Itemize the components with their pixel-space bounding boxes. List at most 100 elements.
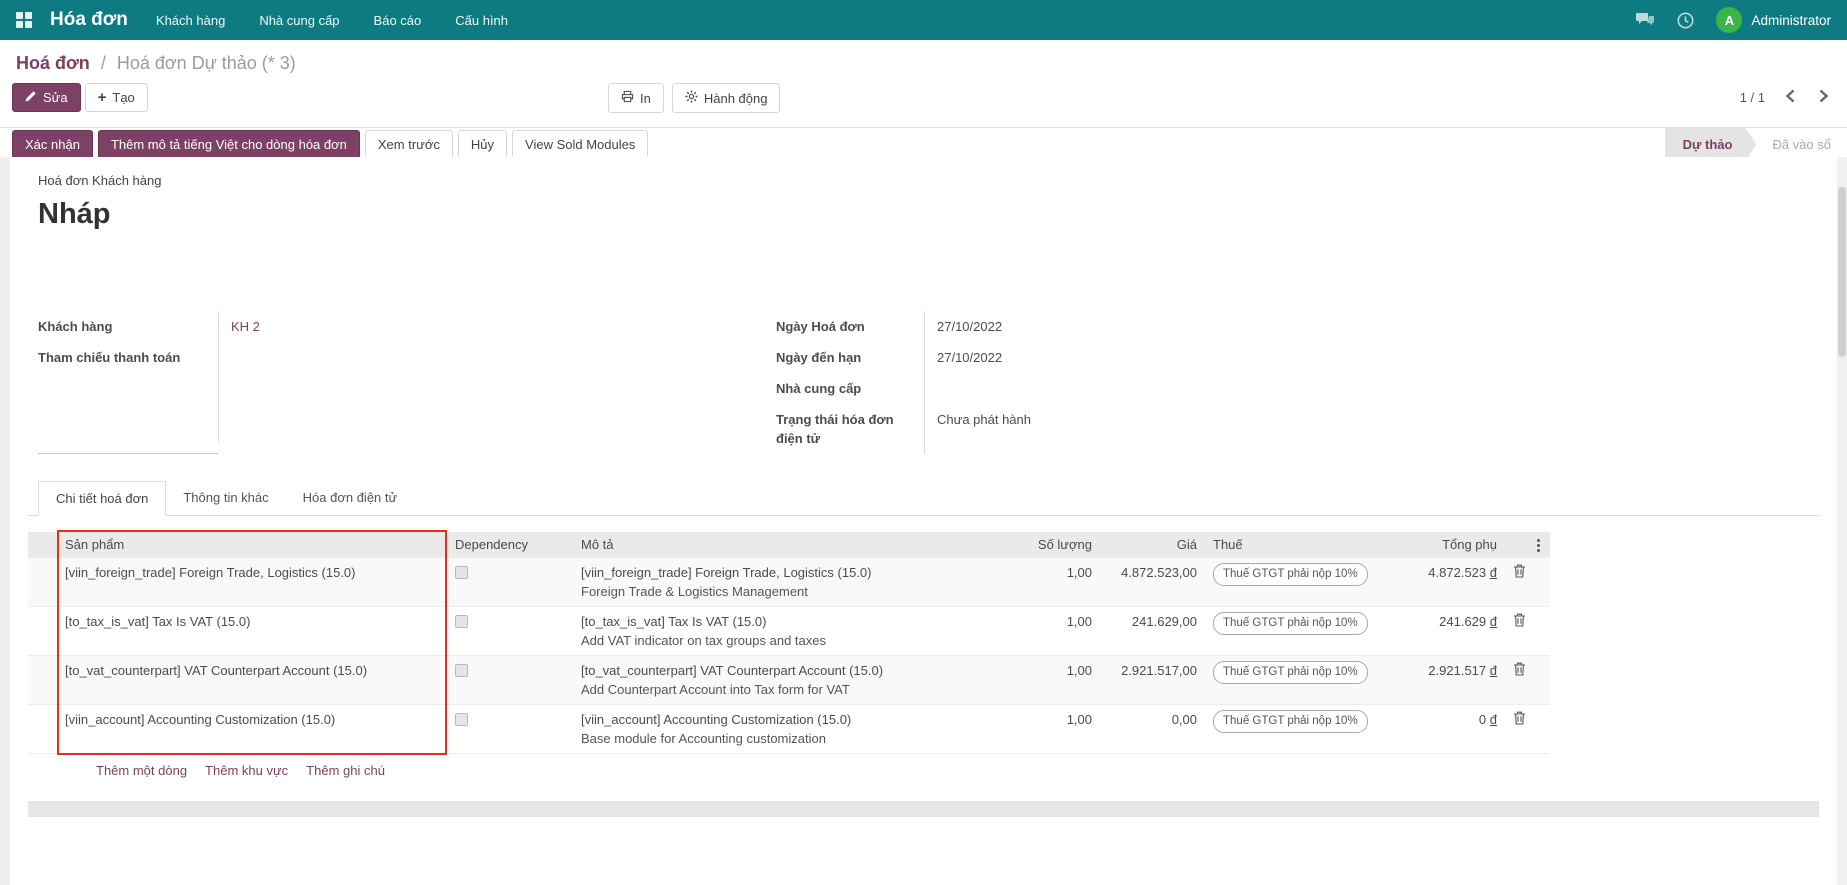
dependency-checkbox[interactable] [455,664,468,677]
invoice-date-value: 27/10/2022 [924,311,1819,342]
top-navbar: Hóa đơn Khách hàng Nhà cung cấp Báo cáo … [0,0,1847,40]
delete-row-button[interactable] [1513,564,1526,578]
activities-clock-icon[interactable] [1677,12,1694,29]
invoice-lines-table: Sản phẩm Dependency Mô tả Số lượng Giá T… [28,532,1550,753]
cell-quantity: 1,00 [985,558,1100,607]
column-product[interactable]: Sản phẩm [57,532,447,558]
pencil-icon [25,90,37,105]
dependency-checkbox[interactable] [455,713,468,726]
user-avatar: A [1716,7,1742,33]
dependency-checkbox[interactable] [455,615,468,628]
einvoice-status-value: Chưa phát hành [924,404,1819,454]
field-invoice-date: Ngày Hoá đơn 27/10/2022 [776,311,1819,342]
page-title: Nháp [38,198,1819,231]
breadcrumb-current: Hoá đơn Dự thảo (* 3) [117,53,296,73]
table-row[interactable]: [viin_foreign_trade] Foreign Trade, Logi… [28,558,1550,607]
payment-reference-value [218,342,776,442]
breadcrumb: Hoá đơn / Hoá đơn Dự thảo (* 3) [0,40,1847,81]
tab-other-info[interactable]: Thông tin khác [166,481,285,516]
column-description[interactable]: Mô tả [573,532,985,558]
cell-price: 4.872.523,00 [1100,558,1205,607]
messages-icon[interactable] [1635,12,1655,28]
menu-settings[interactable]: Cấu hình [455,13,508,28]
chevron-left-icon [1785,89,1796,106]
vertical-scrollbar-thumb[interactable] [1838,187,1846,357]
invoice-date-label: Ngày Hoá đơn [776,311,924,342]
supplier-label: Nhà cung cấp [776,373,924,404]
field-customer: Khách hàng KH 2 [38,311,776,342]
action-button[interactable]: Hành động [672,83,781,113]
horizontal-scrollbar[interactable] [28,801,1819,817]
add-vietnamese-description-button[interactable]: Thêm mô tả tiếng Việt cho dòng hóa đơn [98,130,360,159]
cell-product: [viin_foreign_trade] Foreign Trade, Logi… [57,558,447,607]
print-button[interactable]: In [608,83,664,113]
cell-quantity: 1,00 [985,607,1100,656]
plus-icon: + [98,92,107,103]
currency-symbol: đ [1490,565,1497,580]
add-section-link[interactable]: Thêm khu vực [205,763,288,778]
table-row[interactable]: [to_vat_counterpart] VAT Counterpart Acc… [28,656,1550,705]
cell-price: 241.629,00 [1100,607,1205,656]
cell-subtotal: 4.872.523 đ [1388,558,1505,607]
cell-description: [to_vat_counterpart] VAT Counterpart Acc… [573,656,985,705]
currency-symbol: đ [1490,614,1497,629]
delete-row-button[interactable] [1513,711,1526,725]
currency-symbol: đ [1490,663,1497,678]
preview-button[interactable]: Xem trước [365,130,453,159]
tab-einvoice[interactable]: Hóa đơn điện tử [286,481,415,516]
cell-product: [to_vat_counterpart] VAT Counterpart Acc… [57,656,447,705]
currency-symbol: đ [1490,712,1497,727]
cell-product: [to_tax_is_vat] Tax Is VAT (15.0) [57,607,447,656]
pager-previous-button[interactable] [1783,87,1798,108]
cell-description: [viin_account] Accounting Customization … [573,705,985,754]
add-line-link[interactable]: Thêm một dòng [96,763,187,778]
pager-value: 1 / 1 [1740,90,1765,105]
create-button[interactable]: + Tạo [85,83,148,112]
add-note-link[interactable]: Thêm ghi chú [306,763,385,778]
table-header-row: Sản phẩm Dependency Mô tả Số lượng Giá T… [28,532,1550,558]
document-type-label: Hoá đơn Khách hàng [38,173,1819,188]
table-row[interactable]: [viin_account] Accounting Customization … [28,705,1550,754]
delete-row-button[interactable] [1513,613,1526,627]
delete-row-button[interactable] [1513,662,1526,676]
breadcrumb-parent[interactable]: Hoá đơn [16,53,90,73]
optional-columns-header [1505,532,1550,558]
menu-customers[interactable]: Khách hàng [156,13,225,28]
supplier-value [924,373,1819,404]
user-menu[interactable]: A Administrator [1716,7,1831,33]
customer-label: Khách hàng [38,311,218,342]
column-dependency[interactable]: Dependency [447,532,573,558]
vertical-scrollbar-track[interactable] [1837,157,1847,885]
pager-next-button[interactable] [1816,87,1831,108]
dependency-checkbox[interactable] [455,566,468,579]
edit-button[interactable]: Sửa [12,83,81,112]
tax-badge: Thuế GTGT phải nộp 10% [1213,710,1368,733]
table-row[interactable]: [to_tax_is_vat] Tax Is VAT (15.0) [to_ta… [28,607,1550,656]
confirm-button[interactable]: Xác nhận [12,130,93,159]
invoice-form-screen: Hóa đơn Khách hàng Nhà cung cấp Báo cáo … [0,0,1847,885]
cancel-button[interactable]: Hủy [458,130,507,159]
column-quantity[interactable]: Số lượng [985,532,1100,558]
view-sold-modules-button[interactable]: View Sold Modules [512,130,648,159]
column-price[interactable]: Giá [1100,532,1205,558]
due-date-value: 27/10/2022 [924,342,1819,373]
tax-badge: Thuế GTGT phải nộp 10% [1213,661,1368,684]
customer-value-link[interactable]: KH 2 [231,319,260,334]
cell-description: [viin_foreign_trade] Foreign Trade, Logi… [573,558,985,607]
cell-subtotal: 241.629 đ [1388,607,1505,656]
navbar-right: A Administrator [1635,7,1831,33]
column-subtotal[interactable]: Tổng phụ [1388,532,1505,558]
apps-grid-icon[interactable] [16,12,32,28]
form-sheet: Hoá đơn Khách hàng Nháp Khách hàng KH 2 … [10,157,1837,885]
menu-vendors[interactable]: Nhà cung cấp [259,13,339,28]
cell-subtotal: 0 đ [1388,705,1505,754]
tab-invoice-lines[interactable]: Chi tiết hoá đơn [38,481,166,516]
column-tax[interactable]: Thuế [1205,532,1388,558]
notebook-tabs: Chi tiết hoá đơn Thông tin khác Hóa đơn … [28,480,1819,516]
app-brand[interactable]: Hóa đơn [50,9,128,31]
cell-price: 2.921.517,00 [1100,656,1205,705]
optional-columns-icon[interactable] [1537,539,1540,542]
tax-badge: Thuế GTGT phải nộp 10% [1213,612,1368,635]
field-einvoice-status: Trạng thái hóa đơn điện tử Chưa phát hàn… [776,404,1819,454]
menu-reports[interactable]: Báo cáo [374,13,422,28]
